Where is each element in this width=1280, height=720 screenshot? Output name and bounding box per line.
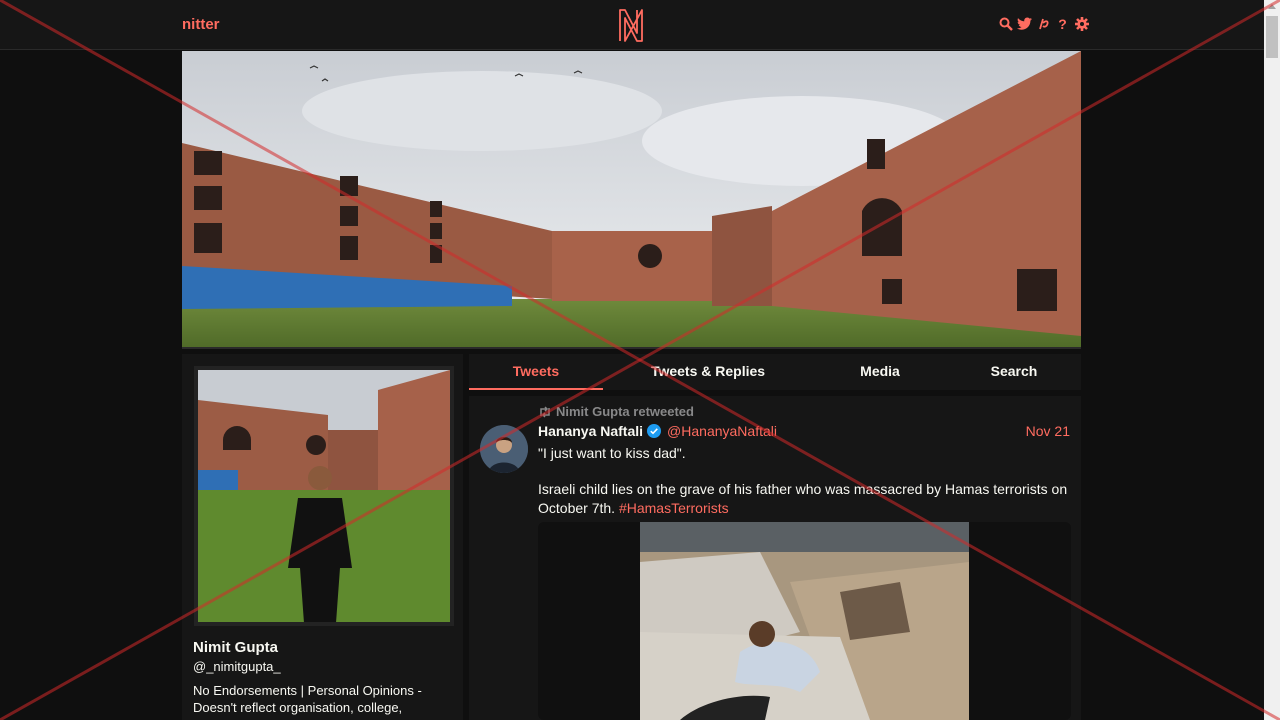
nitter-logo-icon[interactable] [617,7,645,43]
gear-icon[interactable] [1074,16,1089,32]
retweet-label[interactable]: Nimit Gupta retweeted [556,404,694,419]
tweet-date[interactable]: Nov 21 [1026,423,1070,439]
tweet-text-line2: Israeli child lies on the grave of his f… [538,481,1068,516]
profile-username[interactable]: @_nimitgupta_ [193,659,281,674]
tab-media[interactable]: Media [813,354,947,390]
tweet-media-image[interactable] [640,522,969,720]
retweet-icon [540,405,550,418]
scrollbar[interactable] [1264,0,1280,720]
nav-icons: ? [998,16,1089,32]
tweet-hashtag[interactable]: #HamasTerrorists [619,500,729,516]
rss-icon[interactable] [1036,16,1051,32]
tweet-media [538,522,1071,720]
tweet-text-line1: "I just want to kiss dad". [538,445,686,461]
retweet-header: Nimit Gupta retweeted [538,404,694,419]
tweet-header: Hananya Naftali @HananyaNaftali Nov 21 [538,423,1070,439]
tweet-avatar[interactable] [480,425,528,473]
help-icon[interactable]: ? [1055,16,1070,32]
tweet-username[interactable]: @HananyaNaftali [667,423,777,439]
verified-badge-icon [647,424,662,438]
brand-link[interactable]: nitter [182,16,220,33]
scroll-thumb[interactable] [1266,16,1278,58]
profile-banner[interactable] [182,51,1081,349]
scroll-up-arrow-icon[interactable] [1268,4,1276,9]
profile-bio: No Endorsements | Personal Opinions - Do… [193,683,422,715]
tab-search[interactable]: Search [947,354,1081,390]
tab-tweets-replies[interactable]: Tweets & Replies [603,354,813,390]
search-icon[interactable] [998,16,1013,32]
twitter-bird-icon[interactable] [1017,16,1032,32]
profile-fullname[interactable]: Nimit Gupta [193,639,278,656]
timeline: Nimit Gupta retweeted Hananya Naftali @H… [469,396,1081,720]
profile-avatar[interactable] [194,366,454,626]
navbar: nitter ? [0,0,1264,50]
tweet-fullname[interactable]: Hananya Naftali [538,423,643,439]
timeline-tabs: Tweets Tweets & Replies Media Search [469,354,1081,390]
profile-card: Nimit Gupta @_nimitgupta_ No Endorsement… [182,354,463,720]
tab-tweets[interactable]: Tweets [469,354,603,390]
